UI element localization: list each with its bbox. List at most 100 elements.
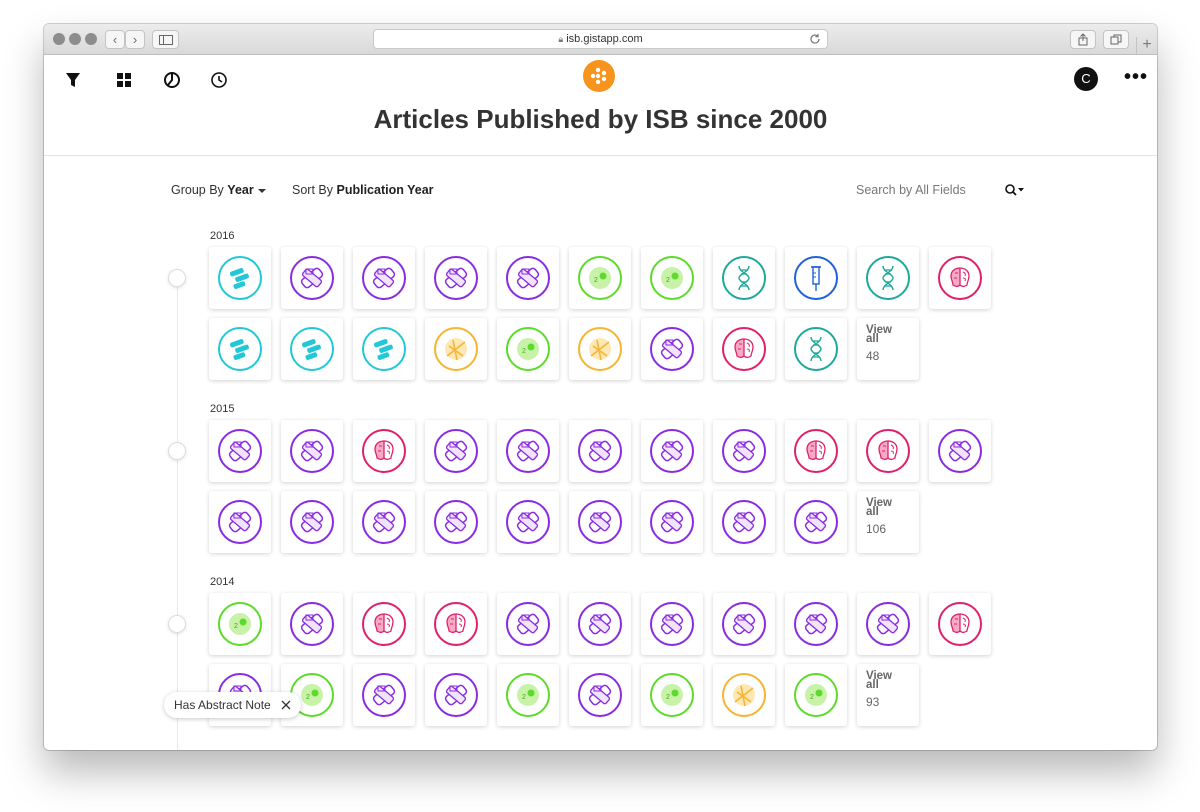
article-card[interactable] [569, 593, 631, 655]
sidebar-toggle-button[interactable] [152, 30, 179, 49]
article-card[interactable] [209, 247, 271, 309]
article-card[interactable] [785, 420, 847, 482]
article-card[interactable] [929, 247, 991, 309]
article-card[interactable] [425, 420, 487, 482]
reload-icon[interactable] [809, 33, 821, 45]
minimize-window-button[interactable] [69, 33, 81, 45]
article-card[interactable] [209, 491, 271, 553]
browser-toolbar: ‹ › 🔒︎ isb.gistapp.com + [44, 24, 1157, 55]
article-card[interactable] [713, 593, 775, 655]
article-card[interactable] [497, 420, 559, 482]
article-card[interactable] [497, 593, 559, 655]
more-options-icon[interactable]: ••• [1124, 67, 1148, 87]
close-icon[interactable] [281, 700, 291, 710]
article-card[interactable] [641, 420, 703, 482]
bandage-icon [516, 613, 540, 635]
article-card[interactable] [785, 318, 847, 380]
timeline-dot[interactable] [168, 615, 186, 633]
group-by-dropdown[interactable]: Group By Year [171, 183, 266, 197]
close-window-button[interactable] [53, 33, 65, 45]
article-card[interactable] [281, 420, 343, 482]
article-card[interactable] [713, 420, 775, 482]
article-card[interactable]: 2 [497, 318, 559, 380]
article-card[interactable] [209, 318, 271, 380]
article-card[interactable]: 2 [641, 247, 703, 309]
filter-icon[interactable] [63, 70, 83, 90]
bandage-icon [588, 613, 612, 635]
article-card[interactable] [857, 420, 919, 482]
article-card[interactable] [353, 664, 415, 726]
article-card[interactable] [281, 593, 343, 655]
article-card[interactable] [857, 247, 919, 309]
article-card[interactable] [785, 491, 847, 553]
article-card[interactable] [353, 318, 415, 380]
new-tab-button[interactable]: + [1136, 37, 1157, 54]
article-card[interactable] [713, 664, 775, 726]
article-card[interactable] [569, 491, 631, 553]
article-card[interactable] [281, 491, 343, 553]
article-card[interactable]: 2 [569, 247, 631, 309]
view-all-card[interactable]: View all 106 [857, 491, 919, 553]
chart-icon[interactable] [162, 70, 182, 90]
logo-mark-icon [590, 67, 607, 85]
brain-icon [446, 613, 466, 634]
article-card[interactable] [425, 491, 487, 553]
bacteria-icon [229, 339, 249, 360]
article-card[interactable] [785, 593, 847, 655]
grid-view-icon[interactable] [114, 70, 134, 90]
article-card[interactable] [641, 593, 703, 655]
forward-button[interactable]: › [125, 30, 145, 49]
timeline-dot[interactable] [168, 269, 186, 287]
article-card[interactable] [209, 420, 271, 482]
article-card[interactable]: 2 [785, 664, 847, 726]
article-card[interactable] [857, 593, 919, 655]
article-card[interactable] [713, 247, 775, 309]
search-icon[interactable] [1004, 183, 1026, 197]
article-card[interactable] [353, 491, 415, 553]
article-card[interactable] [641, 318, 703, 380]
article-card[interactable] [425, 664, 487, 726]
filter-chip[interactable]: Has Abstract Note [164, 692, 301, 718]
share-button[interactable] [1070, 30, 1096, 49]
search-input[interactable]: Search by All Fields [856, 183, 966, 197]
user-avatar[interactable]: C [1074, 67, 1098, 91]
timeline-clock-icon[interactable] [209, 70, 229, 90]
bandage-icon [588, 511, 612, 533]
bandage-icon [660, 511, 684, 533]
article-card[interactable] [425, 318, 487, 380]
article-card[interactable] [497, 491, 559, 553]
address-bar[interactable]: 🔒︎ isb.gistapp.com [373, 29, 828, 49]
article-card[interactable] [353, 420, 415, 482]
article-card[interactable] [713, 318, 775, 380]
article-card[interactable]: 2 [497, 664, 559, 726]
tabs-overview-button[interactable] [1103, 30, 1129, 49]
article-card[interactable] [929, 420, 991, 482]
view-all-card[interactable]: View all 93 [857, 664, 919, 726]
article-card[interactable] [425, 247, 487, 309]
article-card[interactable] [353, 247, 415, 309]
app-logo[interactable] [583, 60, 615, 92]
article-card[interactable]: 2 [641, 664, 703, 726]
article-card[interactable] [569, 420, 631, 482]
timeline-dot[interactable] [168, 442, 186, 460]
svg-text:2: 2 [522, 694, 526, 701]
view-all-card[interactable]: View all 48 [857, 318, 919, 380]
brain-icon [950, 267, 970, 288]
article-card[interactable] [281, 318, 343, 380]
sort-by-dropdown[interactable]: Sort By Publication Year [292, 183, 434, 197]
article-card[interactable] [425, 593, 487, 655]
article-card[interactable] [497, 247, 559, 309]
year-heading: 2015 [210, 403, 235, 415]
article-card[interactable] [713, 491, 775, 553]
article-card[interactable] [929, 593, 991, 655]
article-card[interactable] [785, 247, 847, 309]
zoom-window-button[interactable] [85, 33, 97, 45]
back-button[interactable]: ‹ [105, 30, 125, 49]
article-card[interactable] [641, 491, 703, 553]
article-card[interactable] [569, 664, 631, 726]
article-card[interactable]: 2 [209, 593, 271, 655]
bandage-icon [300, 267, 324, 289]
article-card[interactable] [281, 247, 343, 309]
article-card[interactable] [569, 318, 631, 380]
article-card[interactable] [353, 593, 415, 655]
